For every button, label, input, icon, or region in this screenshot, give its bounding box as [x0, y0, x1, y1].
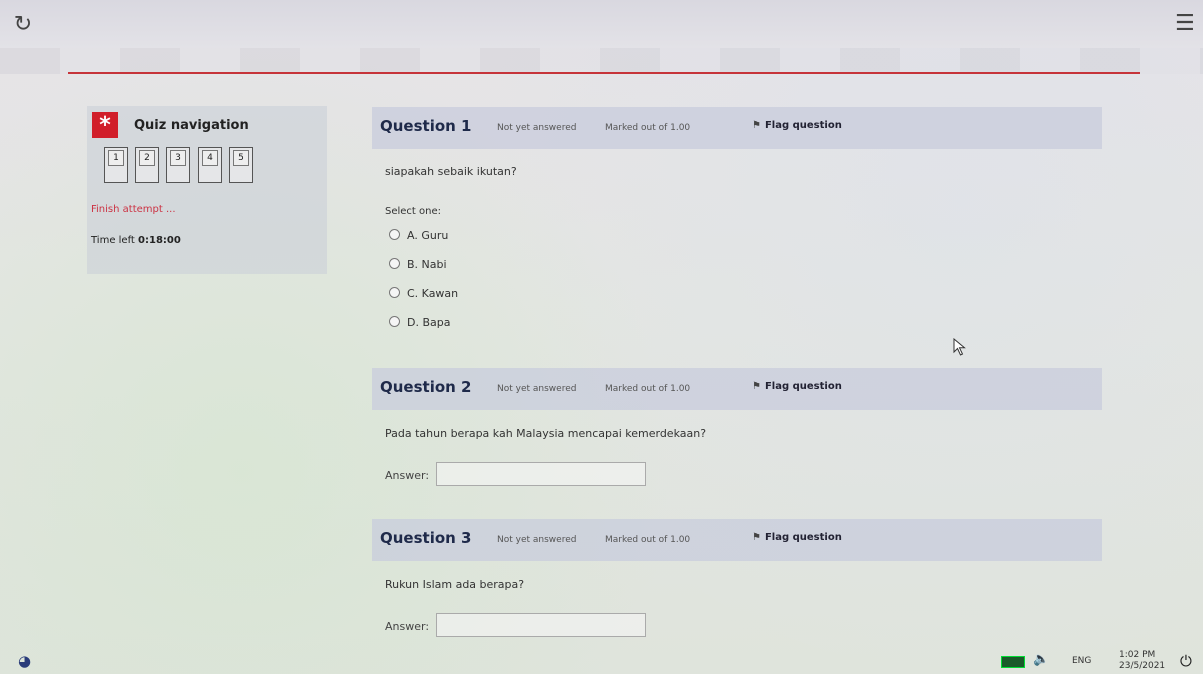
question-marks: Marked out of 1.00 [605, 123, 691, 133]
flag-icon: ⚑ [752, 532, 761, 543]
option-d[interactable]: D. Bapa [389, 316, 450, 332]
reload-icon[interactable]: ↻ [10, 12, 36, 38]
question-nav-number: 5 [233, 150, 249, 166]
radio-button[interactable] [389, 287, 400, 298]
option-label: B. Nabi [407, 258, 447, 271]
time-left-value: 0:18:00 [138, 235, 181, 246]
flag-question-button[interactable]: ⚑ Flag question [752, 532, 842, 543]
question-3-text: Rukun Islam ada berapa? [385, 578, 525, 591]
flag-icon: ⚑ [752, 381, 761, 392]
question-status: Not yet answered [497, 384, 577, 394]
radio-button[interactable] [389, 258, 400, 269]
answer-label: Answer: [385, 620, 430, 633]
quiz-navigation-title: Quiz navigation [134, 118, 249, 133]
flag-question-button[interactable]: ⚑ Flag question [752, 381, 842, 392]
question-marks: Marked out of 1.00 [605, 384, 691, 394]
os-taskbar: ◕ 🔈 ENG 1:02 PM 23/5/2021 ⏻ [0, 650, 1203, 674]
flag-question-label: Flag question [764, 381, 842, 392]
option-label: C. Kawan [407, 287, 459, 300]
question-status: Not yet answered [497, 535, 577, 545]
clock-time: 1:02 PM [1119, 650, 1156, 660]
clock-date: 23/5/2021 [1119, 661, 1166, 671]
question-nav-button-4[interactable]: 4 [198, 147, 222, 183]
header-decoration [0, 48, 1203, 74]
radio-button[interactable] [389, 229, 400, 240]
option-b[interactable]: B. Nabi [389, 258, 447, 274]
power-icon[interactable]: ⏻ [1180, 652, 1192, 670]
question-title: Question 3 [380, 529, 472, 547]
asterisk-icon: * [92, 112, 118, 138]
radio-button[interactable] [389, 316, 400, 327]
mouse-cursor-icon [953, 338, 966, 356]
option-label: D. Bapa [407, 316, 451, 329]
quiz-navigation-header: * Quiz navigation [92, 112, 322, 140]
clock[interactable]: 1:02 PM 23/5/2021 [1119, 650, 1165, 672]
network-disconnected-icon[interactable]: ◕ [18, 652, 40, 672]
volume-icon[interactable]: 🔈 [1033, 652, 1049, 667]
language-indicator[interactable]: ENG [1072, 656, 1091, 666]
header-divider [68, 72, 1140, 74]
flag-question-label: Flag question [764, 120, 842, 131]
option-a[interactable]: A. Guru [389, 229, 448, 245]
select-one-label: Select one: [385, 206, 442, 217]
question-title: Question 1 [380, 117, 472, 135]
question-status: Not yet answered [497, 123, 577, 133]
question-nav-button-3[interactable]: 3 [166, 147, 190, 183]
flag-question-label: Flag question [764, 532, 842, 543]
question-nav-button-1[interactable]: 1 [104, 147, 128, 183]
question-marks: Marked out of 1.00 [605, 535, 691, 545]
question-nav-button-5[interactable]: 5 [229, 147, 253, 183]
question-3-header: Question 3 Not yet answered Marked out o… [372, 519, 1102, 561]
flag-question-button[interactable]: ⚑ Flag question [752, 120, 842, 131]
time-left-label: Time left [91, 235, 135, 246]
question-nav-number: 2 [139, 150, 155, 166]
question-nav-number: 3 [170, 150, 186, 166]
question-1-header: Question 1 Not yet answered Marked out o… [372, 107, 1102, 149]
question-nav-number: 1 [108, 150, 124, 166]
time-left: Time left 0:18:00 [91, 235, 181, 246]
question-2-text: Pada tahun berapa kah Malaysia mencapai … [385, 427, 707, 440]
battery-icon[interactable] [1001, 656, 1025, 668]
question-2-answer-input[interactable] [436, 462, 646, 486]
option-c[interactable]: C. Kawan [389, 287, 458, 303]
browser-topbar: ↻ ☰ [0, 0, 1203, 48]
question-nav-number: 4 [202, 150, 218, 166]
question-3-answer-input[interactable] [436, 613, 646, 637]
answer-label: Answer: [385, 469, 430, 482]
question-2-header: Question 2 Not yet answered Marked out o… [372, 368, 1102, 410]
flag-icon: ⚑ [752, 120, 761, 131]
finish-attempt-link[interactable]: Finish attempt ... [91, 204, 176, 215]
question-title: Question 2 [380, 378, 472, 396]
quiz-navigation-panel: * Quiz navigation 1 2 3 4 5 Finish attem… [87, 106, 327, 274]
question-nav-button-2[interactable]: 2 [135, 147, 159, 183]
hamburger-menu-icon[interactable]: ☰ [1175, 13, 1197, 35]
question-1-text: siapakah sebaik ikutan? [385, 165, 517, 178]
option-label: A. Guru [407, 229, 449, 242]
